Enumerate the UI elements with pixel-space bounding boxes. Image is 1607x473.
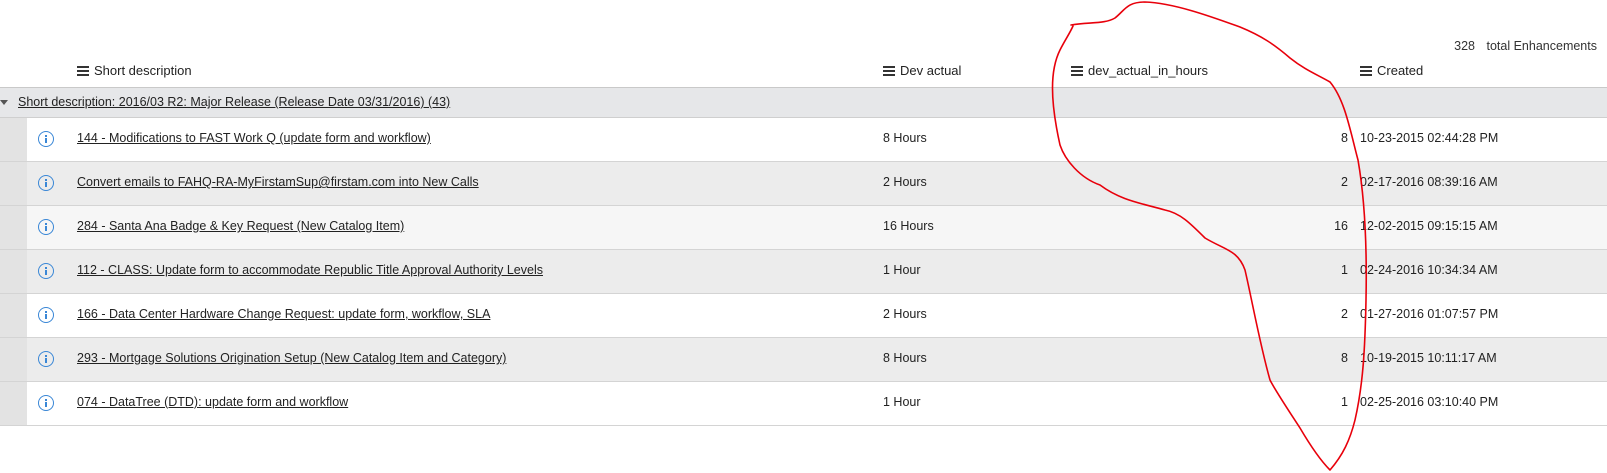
row-gutter <box>0 162 27 205</box>
row-dev-actual: 8 Hours <box>883 131 927 145</box>
table-row: 293 - Mortgage Solutions Origination Set… <box>0 338 1607 382</box>
row-dev-actual: 1 Hour <box>883 395 921 409</box>
table-row: 144 - Modifications to FAST Work Q (upda… <box>0 118 1607 162</box>
row-dev-actual-in-hours: 8 <box>1341 131 1348 145</box>
table-body: 144 - Modifications to FAST Work Q (upda… <box>0 118 1607 426</box>
row-dev-actual-in-hours: 1 <box>1341 395 1348 409</box>
table-row: 166 - Data Center Hardware Change Reques… <box>0 294 1607 338</box>
row-dev-actual-in-hours: 2 <box>1341 175 1348 189</box>
column-header-row: Short description Dev actual dev_actual_… <box>0 60 1607 88</box>
info-icon[interactable] <box>38 307 54 323</box>
table-row: 284 - Santa Ana Badge & Key Request (New… <box>0 206 1607 250</box>
row-dev-actual: 2 Hours <box>883 307 927 321</box>
total-count-number: 328 <box>1454 39 1476 53</box>
column-header-created[interactable]: Created <box>1360 63 1423 78</box>
info-icon[interactable] <box>38 219 54 235</box>
row-gutter <box>0 294 27 337</box>
table-row: Convert emails to FAHQ-RA-MyFirstamSup@f… <box>0 162 1607 206</box>
row-gutter <box>0 338 27 381</box>
menu-icon[interactable] <box>883 65 895 76</box>
info-icon[interactable] <box>38 175 54 191</box>
list-view: 328 total Enhancements Short description… <box>0 0 1607 473</box>
row-description-link[interactable]: 293 - Mortgage Solutions Origination Set… <box>77 351 506 365</box>
total-count-label: total Enhancements <box>1486 39 1598 53</box>
row-description-link[interactable]: Convert emails to FAHQ-RA-MyFirstamSup@f… <box>77 175 479 189</box>
row-gutter <box>0 382 27 425</box>
column-header-label: Short description <box>94 63 192 78</box>
column-header-dev-actual[interactable]: Dev actual <box>883 63 961 78</box>
table-row: 074 - DataTree (DTD): update form and wo… <box>0 382 1607 426</box>
caret-down-icon[interactable] <box>0 100 8 105</box>
row-dev-actual: 2 Hours <box>883 175 927 189</box>
row-dev-actual: 1 Hour <box>883 263 921 277</box>
info-icon[interactable] <box>38 351 54 367</box>
row-dev-actual-in-hours: 1 <box>1341 263 1348 277</box>
row-created: 02-25-2016 03:10:40 PM <box>1360 395 1499 409</box>
row-created: 12-02-2015 09:15:15 AM <box>1360 219 1498 233</box>
menu-icon[interactable] <box>1071 65 1083 76</box>
row-dev-actual-in-hours: 8 <box>1341 351 1348 365</box>
row-created: 02-24-2016 10:34:34 AM <box>1360 263 1498 277</box>
row-description-link[interactable]: 144 - Modifications to FAST Work Q (upda… <box>77 131 431 145</box>
column-header-label: Created <box>1377 63 1424 78</box>
row-created: 02-17-2016 08:39:16 AM <box>1360 175 1498 189</box>
row-gutter <box>0 206 27 249</box>
row-description-link[interactable]: 112 - CLASS: Update form to accommodate … <box>77 263 543 277</box>
info-icon[interactable] <box>38 263 54 279</box>
table-row: 112 - CLASS: Update form to accommodate … <box>0 250 1607 294</box>
info-icon[interactable] <box>38 131 54 147</box>
row-description-link[interactable]: 166 - Data Center Hardware Change Reques… <box>77 307 490 321</box>
column-header-short-description[interactable]: Short description <box>77 63 192 78</box>
row-dev-actual-in-hours: 2 <box>1341 307 1348 321</box>
row-description-link[interactable]: 074 - DataTree (DTD): update form and wo… <box>77 395 348 409</box>
column-header-label: Dev actual <box>900 63 962 78</box>
column-header-label: dev_actual_in_hours <box>1088 63 1208 78</box>
row-dev-actual: 16 Hours <box>883 219 934 233</box>
info-icon[interactable] <box>38 395 54 411</box>
total-count: 328 total Enhancements <box>1454 39 1597 53</box>
menu-icon[interactable] <box>77 65 89 76</box>
row-dev-actual-in-hours: 16 <box>1334 219 1348 233</box>
row-created: 10-19-2015 10:11:17 AM <box>1360 351 1497 365</box>
group-header-row[interactable]: Short description: 2016/03 R2: Major Rel… <box>0 88 1607 118</box>
row-created: 01-27-2016 01:07:57 PM <box>1360 307 1499 321</box>
group-label-link[interactable]: Short description: 2016/03 R2: Major Rel… <box>18 95 450 109</box>
row-gutter <box>0 118 27 161</box>
row-dev-actual: 8 Hours <box>883 351 927 365</box>
menu-icon[interactable] <box>1360 65 1372 76</box>
row-created: 10-23-2015 02:44:28 PM <box>1360 131 1499 145</box>
row-gutter <box>0 250 27 293</box>
row-description-link[interactable]: 284 - Santa Ana Badge & Key Request (New… <box>77 219 404 233</box>
column-header-dev-actual-in-hours[interactable]: dev_actual_in_hours <box>1071 63 1208 78</box>
